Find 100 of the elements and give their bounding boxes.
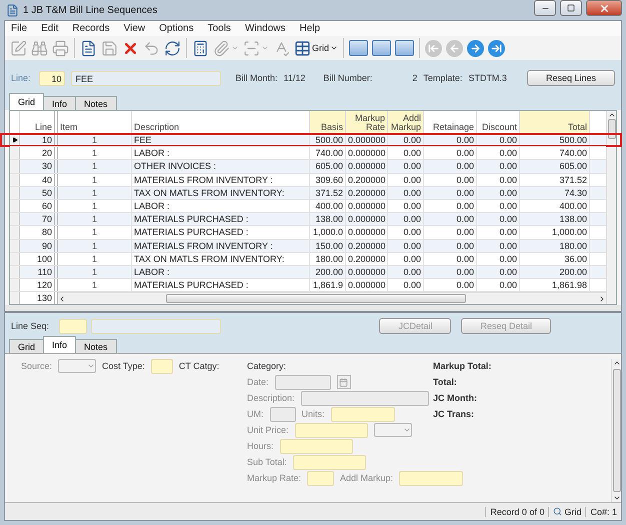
minimize-button[interactable] <box>534 0 556 16</box>
field-value: 11/12 <box>284 73 306 83</box>
field-label: Source: <box>21 361 52 372</box>
column-header[interactable]: Item <box>58 111 132 133</box>
table-row[interactable]: 40 1 MATERIALS FROM INVENTORY : 309.60 0.200000 0.00 0.00 0.00 371.52 <box>10 172 606 186</box>
column-header[interactable]: Markup Rate <box>346 111 388 133</box>
view-dropdown[interactable]: Grid <box>293 38 340 58</box>
input-field[interactable] <box>399 470 464 486</box>
field-label: UM: <box>247 409 264 420</box>
tab[interactable]: Notes <box>75 96 117 110</box>
table-row[interactable]: 130 <box>10 291 606 304</box>
scrollbar-thumb[interactable] <box>608 119 616 139</box>
field-label: CT Catgy: <box>178 361 220 372</box>
arrow-icon <box>449 42 460 54</box>
splitter-bar[interactable] <box>5 305 621 314</box>
caret-icon <box>261 44 269 52</box>
table-row[interactable]: 20 1 LABOR : 740.00 0.000000 0.00 0.00 0.00 740.00 <box>10 146 606 160</box>
vertical-scrollbar[interactable] <box>611 359 621 502</box>
table-row[interactable]: 100 1 TAX ON MATLS FROM INVENTORY: 180.00 0.200000 0.00 0.00 0.00 36.00 <box>10 252 606 265</box>
field-label: JC Trans: <box>433 409 474 420</box>
tab[interactable]: Info <box>43 336 76 354</box>
table-icon <box>294 40 311 56</box>
field-label: Description: <box>247 393 295 404</box>
scrollbar-thumb[interactable] <box>166 294 466 304</box>
dropdown-field[interactable] <box>374 423 412 438</box>
menu-item[interactable]: File <box>11 23 28 34</box>
table-cell: 1 <box>58 279 132 292</box>
field-label: Markup Rate: <box>247 473 302 484</box>
table-row[interactable]: 80 1 MATERIALS PURCHASED : 1,000.0 0.000000 0.00 0.00 0.00 1,000.00 <box>10 225 606 238</box>
layout-button[interactable] <box>372 40 392 56</box>
column-header[interactable]: Total <box>520 111 590 133</box>
field-label: Hours: <box>247 441 274 452</box>
table-cell: MATERIALS PURCHASED : <box>132 279 310 292</box>
line-field[interactable]: 10 <box>39 70 66 86</box>
field-label: JC Month: <box>433 393 477 404</box>
dropdown-field[interactable] <box>58 359 96 374</box>
table-row[interactable]: 30 1 OTHER INVOICES : 605.00 0.000000 0.00 0.00 0.00 605.00 <box>10 159 606 173</box>
column-header[interactable]: Description <box>132 111 310 133</box>
table-row[interactable]: 60 1 LABOR : 400.00 0.000000 0.00 0.00 0.00 400.00 <box>10 198 606 212</box>
column-header[interactable]: Addl Markup <box>388 111 424 133</box>
field-label: Cost Type: <box>102 361 145 372</box>
document-icon <box>80 40 97 56</box>
menu-item[interactable]: Edit <box>41 23 58 34</box>
save-icon <box>101 40 118 56</box>
tab[interactable]: Grid <box>9 93 44 110</box>
table-row[interactable]: 110 1 LABOR : 200.00 0.000000 0.00 0.00 0.00 200.00 <box>10 264 606 278</box>
maximize-icon <box>567 4 575 12</box>
tab[interactable]: Grid <box>9 339 44 354</box>
table-row[interactable]: 90 1 MATERIALS FROM INVENTORY : 150.00 0.200000 0.00 0.00 0.00 180.00 <box>10 238 606 252</box>
line-seq-field[interactable] <box>59 318 88 334</box>
input-field[interactable] <box>292 454 366 470</box>
arrow-icon <box>428 42 440 54</box>
binoculars-icon <box>31 40 48 56</box>
arrow-icon <box>491 42 502 54</box>
input-field[interactable] <box>150 358 173 374</box>
table-cell: 0.00 <box>477 279 520 292</box>
calendar-icon <box>339 378 348 387</box>
scrollbar-thumb[interactable] <box>612 369 620 492</box>
input-field[interactable] <box>294 422 368 438</box>
view-indicator[interactable]: Grid <box>548 506 586 516</box>
menu-item[interactable]: Options <box>159 23 194 34</box>
reseq-lines-button[interactable]: Reseq Lines <box>526 70 615 86</box>
arrow-icon <box>470 42 482 54</box>
paperclip-icon <box>213 40 230 56</box>
layout-button[interactable] <box>395 40 414 56</box>
input-field[interactable] <box>280 438 353 454</box>
undo-icon <box>143 40 160 56</box>
field-label: Template: <box>423 73 462 83</box>
column-header[interactable]: Basis <box>310 111 346 133</box>
field-value: STDTM.3 <box>468 73 507 83</box>
tab[interactable]: Info <box>43 96 76 110</box>
menu-item[interactable]: Records <box>72 23 110 34</box>
field-label: Line: <box>11 73 32 83</box>
input-field[interactable] <box>330 406 395 422</box>
menu-item[interactable]: Tools <box>208 23 231 34</box>
close-button[interactable] <box>586 0 622 16</box>
refresh-button[interactable] <box>163 38 182 58</box>
caret-icon <box>231 44 239 52</box>
printer-icon <box>52 40 69 56</box>
table-row[interactable]: 120 1 MATERIALS PURCHASED : 1,861.9 0.000000 0.00 0.00 0.00 1,861.98 <box>10 278 606 292</box>
table-cell: 0.00 <box>388 279 424 292</box>
field-label: Units: <box>302 409 325 420</box>
vertical-scrollbar[interactable] <box>606 111 616 304</box>
tab[interactable]: Notes <box>75 339 117 354</box>
last-record-button[interactable] <box>487 38 506 58</box>
layout-button[interactable] <box>349 40 368 56</box>
field-label: Unit Price: <box>247 425 289 436</box>
next-record-button[interactable] <box>466 38 486 58</box>
menu-item[interactable]: Windows <box>244 23 286 34</box>
table-row[interactable]: 70 1 MATERIALS PURCHASED : 138.00 0.000000 0.00 0.00 0.00 138.00 <box>10 212 606 226</box>
caret-icon <box>330 44 338 52</box>
input-field[interactable] <box>307 470 334 486</box>
field-label: Bill Number: <box>323 73 372 83</box>
field-value: 2 <box>412 73 418 83</box>
menu-item[interactable]: Help <box>300 23 320 34</box>
table-row[interactable]: 50 1 TAX ON MATLS FROM INVENTORY: 371.52 0.200000 0.00 0.00 0.00 74.30 <box>10 186 606 199</box>
table-cell: 0.000000 <box>346 279 388 292</box>
menu-item[interactable]: View <box>124 23 146 34</box>
maximize-button[interactable] <box>560 0 582 16</box>
calendar-button[interactable] <box>336 375 351 390</box>
